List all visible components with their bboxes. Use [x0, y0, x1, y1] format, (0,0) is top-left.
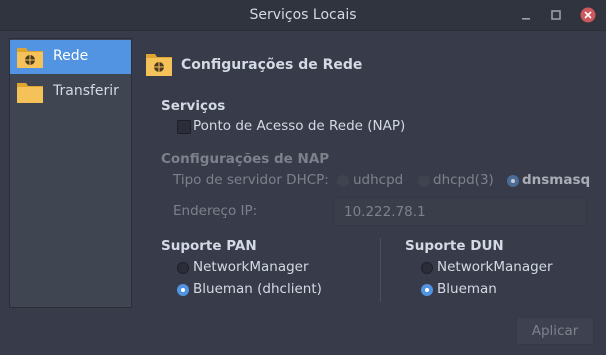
section-title-nap: Configurações de NAP: [161, 151, 330, 167]
ip-address-label: Endereço IP:: [173, 203, 258, 219]
page-title: Configurações de Rede: [181, 57, 363, 73]
window-title: Serviços Locais: [249, 7, 357, 23]
radio-dnsmasq[interactable]: [507, 175, 519, 187]
section-title-pan: Suporte PAN: [161, 238, 257, 254]
radio-pan-blueman[interactable]: [177, 284, 189, 296]
radio-dun-blueman-label[interactable]: Blueman: [437, 281, 497, 297]
sidebar-item-label: Rede: [53, 48, 89, 64]
radio-udhcpd-label[interactable]: udhcpd: [353, 172, 403, 188]
section-title-dun: Suporte DUN: [405, 238, 504, 254]
column-divider: [380, 238, 381, 302]
radio-pan-blueman-label[interactable]: Blueman (dhclient): [193, 281, 322, 297]
network-folder-icon: [146, 54, 172, 76]
apply-button[interactable]: Aplicar: [516, 317, 594, 345]
ip-address-value: 10.222.78.1: [344, 204, 426, 220]
nap-checkbox-label[interactable]: Ponto de Acesso de Rede (NAP): [193, 118, 405, 134]
sidebar-item-transferir[interactable]: Transferir: [10, 75, 131, 109]
radio-dun-networkmanager[interactable]: [421, 262, 433, 274]
radio-pan-networkmanager-label[interactable]: NetworkManager: [193, 259, 309, 275]
radio-dun-networkmanager-label[interactable]: NetworkManager: [437, 259, 553, 275]
dhcp-server-label: Tipo de servidor DHCP:: [173, 172, 329, 188]
title-bar[interactable]: Serviços Locais: [0, 0, 606, 31]
sidebar-item-label: Transferir: [53, 83, 119, 99]
radio-dhcpd3-label[interactable]: dhcpd(3): [433, 172, 494, 188]
sidebar-item-rede[interactable]: Rede: [10, 40, 131, 74]
nap-checkbox[interactable]: [177, 120, 191, 134]
minimize-icon[interactable]: [518, 7, 534, 23]
maximize-icon[interactable]: [548, 7, 564, 23]
network-folder-icon: [17, 48, 43, 68]
radio-dun-blueman[interactable]: [421, 284, 433, 296]
radio-pan-networkmanager[interactable]: [177, 262, 189, 274]
close-icon[interactable]: [580, 7, 596, 23]
radio-udhcpd[interactable]: [337, 175, 349, 187]
services-window: Serviços Locais Rede Transferir Configur…: [0, 0, 606, 355]
sidebar: Rede Transferir: [9, 38, 132, 308]
radio-dnsmasq-label[interactable]: dnsmasq: [522, 172, 590, 188]
radio-dhcpd3[interactable]: [418, 175, 430, 187]
section-title-servicos: Serviços: [161, 98, 226, 114]
folder-icon: [17, 83, 43, 103]
ip-address-field[interactable]: 10.222.78.1: [333, 197, 587, 226]
